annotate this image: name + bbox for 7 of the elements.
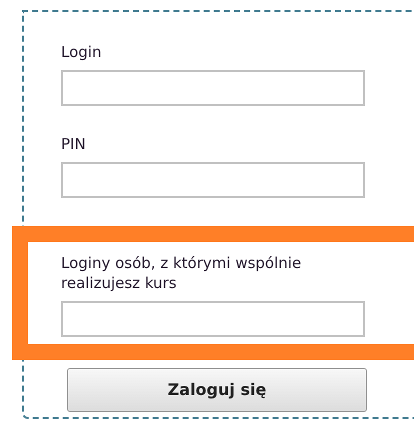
input-field[interactable] xyxy=(61,70,365,106)
input-field[interactable] xyxy=(61,162,365,198)
input-field[interactable] xyxy=(61,301,365,337)
login-button[interactable]: Zaloguj się xyxy=(67,368,367,412)
field-label: Loginy osób, z którymi wspólnie realizujesz kurs xyxy=(61,253,302,293)
field-label: Login xyxy=(61,42,102,62)
field-label: PIN xyxy=(61,134,87,154)
